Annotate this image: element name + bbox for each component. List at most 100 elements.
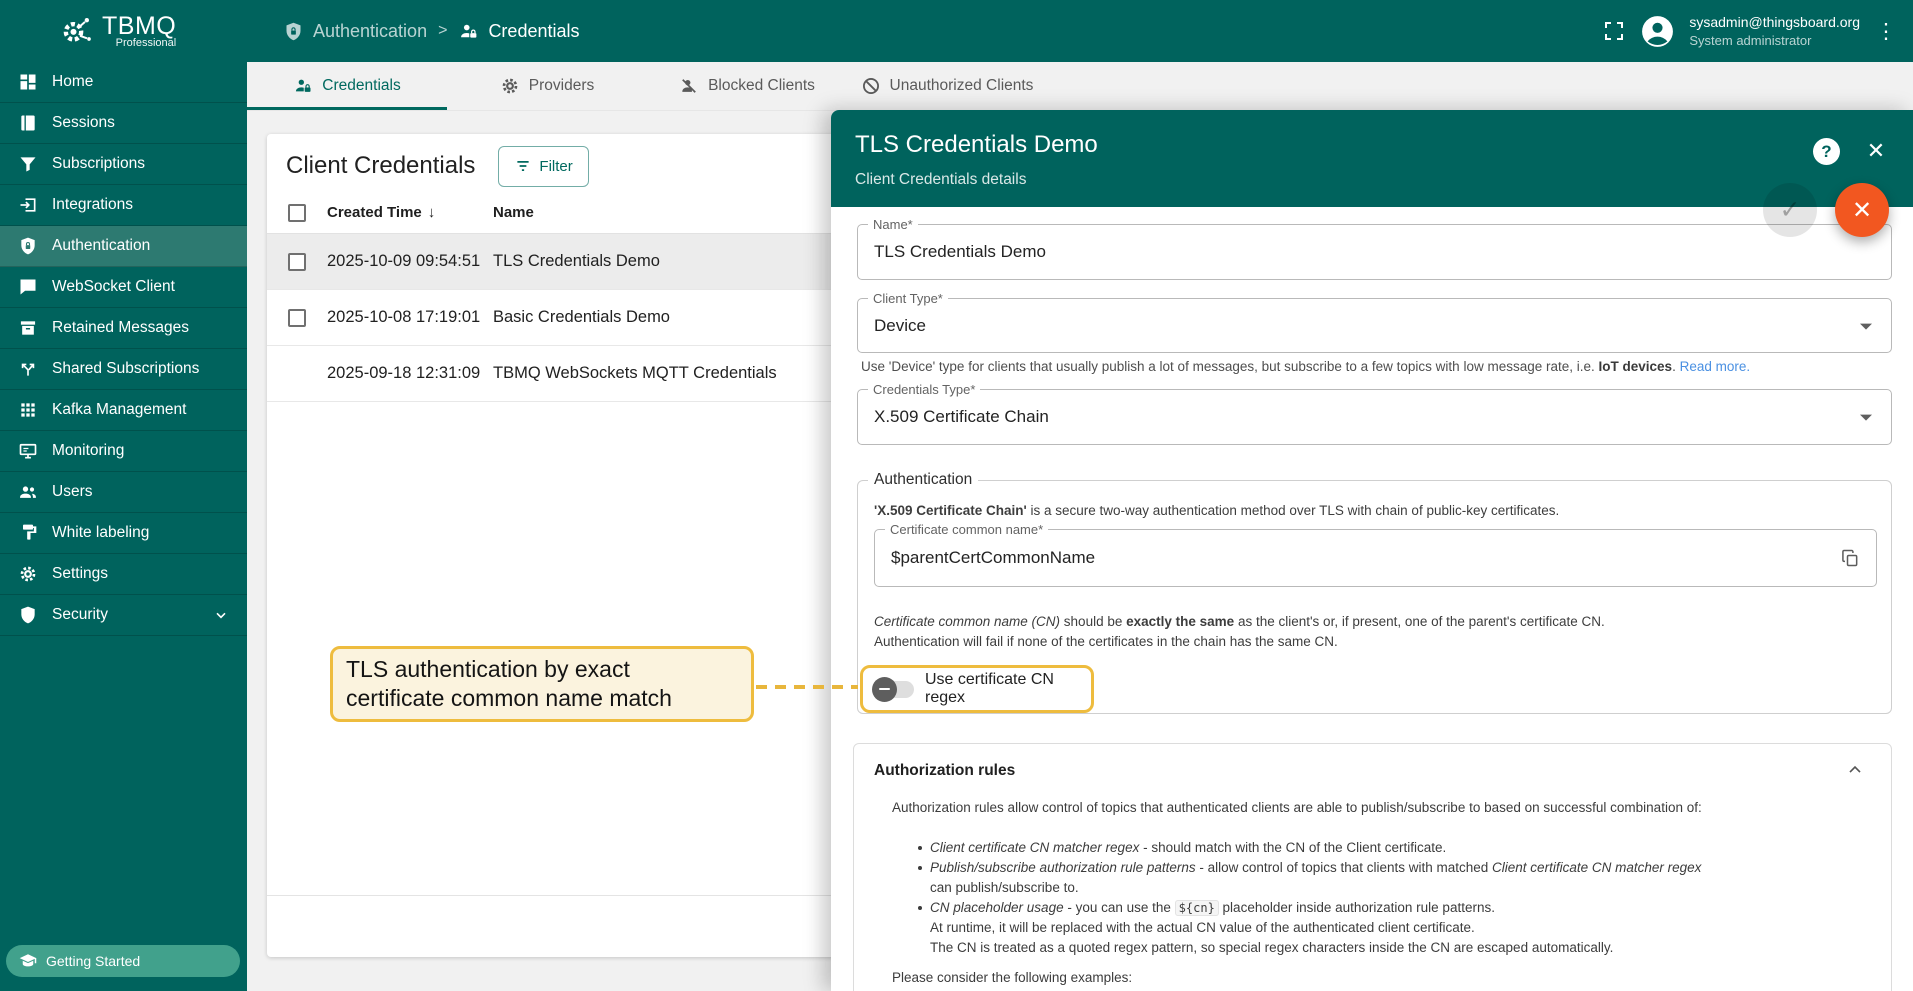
bullet-dot: [918, 906, 922, 910]
authentication-description: 'X.509 Certificate Chain' is a secure tw…: [874, 503, 1560, 518]
certificate-common-name-input[interactable]: [891, 530, 1822, 586]
cancel-changes-fab[interactable]: ✕: [1835, 183, 1889, 237]
column-created-time[interactable]: Created Time: [327, 204, 422, 221]
logo-title: TBMQ: [102, 12, 177, 40]
cn-placeholder-code: ${cn}: [1174, 900, 1219, 916]
credentials-type-value: X.509 Certificate Chain: [874, 407, 1049, 426]
sessions-book-icon: [18, 113, 38, 133]
toggle-thumb-icon: [872, 676, 897, 702]
person-off-icon: [679, 76, 699, 96]
annotation-line2: certificate common name match: [346, 685, 672, 711]
sort-desc-icon[interactable]: ↓: [428, 204, 436, 221]
top-bar: TBMQ Professional Authentication > Crede…: [0, 0, 1913, 62]
apply-changes-fab[interactable]: ✓: [1763, 183, 1817, 237]
tab-credentials[interactable]: Credentials: [247, 62, 447, 110]
credentials-details-panel: TLS Credentials Demo Client Credentials …: [831, 110, 1913, 991]
grid-apps-icon: [18, 400, 38, 420]
breadcrumb-separator: >: [438, 22, 448, 39]
avatar[interactable]: [1639, 13, 1676, 50]
close-icon[interactable]: ✕: [1861, 136, 1891, 166]
chevron-down-icon: [1860, 323, 1872, 330]
sidebar-item-home[interactable]: Home: [0, 62, 247, 103]
authentication-fieldset: Authentication 'X.509 Certificate Chain'…: [857, 471, 1892, 714]
filter-list-icon: [514, 157, 532, 175]
annotation-callout: TLS authentication by exact certificate …: [330, 646, 754, 722]
sidebar-item-shared-subscriptions[interactable]: Shared Subscriptions: [0, 349, 247, 390]
annotation-line1: TLS authentication by exact: [346, 656, 630, 682]
breadcrumb: Authentication > Credentials: [283, 21, 579, 42]
chevron-up-icon[interactable]: [1845, 760, 1865, 780]
getting-started-button[interactable]: Getting Started: [6, 945, 240, 977]
select-all-checkbox[interactable]: [288, 203, 306, 222]
chat-bubble-icon: [18, 277, 38, 297]
authorization-bullet-2: Publish/subscribe authorization rule pat…: [930, 860, 1702, 875]
row-checkbox[interactable]: [288, 308, 306, 327]
bullet-dot: [918, 866, 922, 870]
row-checkbox[interactable]: [288, 252, 306, 271]
dashboard-icon: [18, 72, 38, 92]
funnel-icon: [18, 154, 38, 174]
gear-icon: [18, 564, 38, 584]
authorization-rules-panel: Authorization rules Authorization rules …: [853, 743, 1892, 991]
school-icon: [19, 952, 37, 970]
authorization-rules-title: Authorization rules: [874, 762, 1016, 779]
monitor-icon: [18, 441, 38, 461]
panel-title: TLS Credentials Demo: [855, 131, 1098, 158]
block-icon: [861, 76, 881, 96]
sidebar-item-authentication[interactable]: Authentication: [0, 226, 247, 267]
input-icon: [18, 195, 38, 215]
logo-subtitle: Professional: [115, 37, 177, 49]
bullet-dot: [918, 846, 922, 850]
client-type-label: Client Type*: [868, 291, 948, 306]
user-role: System administrator: [1689, 32, 1812, 48]
fullscreen-icon[interactable]: [1602, 19, 1626, 43]
credentials-type-select[interactable]: Credentials Type* X.509 Certificate Chai…: [857, 382, 1892, 445]
chevron-down-icon[interactable]: [213, 607, 229, 623]
chevron-down-icon: [1860, 414, 1872, 421]
sidebar-item-kafka-management[interactable]: Kafka Management: [0, 390, 247, 431]
copy-icon[interactable]: [1840, 548, 1860, 568]
breadcrumb-credentials[interactable]: Credentials: [458, 21, 579, 42]
authorization-examples-intro: Please consider the following examples:: [892, 970, 1133, 985]
sidebar-item-websocket-client[interactable]: WebSocket Client: [0, 267, 247, 308]
sidebar-item-users[interactable]: Users: [0, 472, 247, 513]
tbmq-logo[interactable]: TBMQ Professional: [0, 11, 247, 51]
shield-icon: [18, 605, 38, 625]
name-field[interactable]: Name*: [857, 217, 1892, 280]
sidebar-item-monitoring[interactable]: Monitoring: [0, 431, 247, 472]
authentication-legend: Authentication: [868, 471, 979, 489]
filter-button[interactable]: Filter: [498, 145, 589, 187]
sidebar-item-security[interactable]: Security: [0, 595, 247, 636]
client-type-select[interactable]: Client Type* Device: [857, 291, 1892, 353]
sidebar-item-subscriptions[interactable]: Subscriptions: [0, 144, 247, 185]
sidebar-item-settings[interactable]: Settings: [0, 554, 247, 595]
certificate-common-name-field[interactable]: Certificate common name*: [874, 522, 1877, 587]
read-more-link[interactable]: Read more.: [1680, 359, 1751, 374]
sidebar-item-integrations[interactable]: Integrations: [0, 185, 247, 226]
annotation-connector-line: [756, 685, 858, 689]
authorization-intro: Authorization rules allow control of top…: [892, 800, 1702, 815]
client-type-value: Device: [874, 315, 926, 335]
sidebar-item-white-labeling[interactable]: White labeling: [0, 513, 247, 554]
authorization-bullet-3-line2: At runtime, it will be replaced with the…: [930, 920, 1475, 935]
tab-providers[interactable]: Providers: [447, 62, 647, 110]
cn-note: Certificate common name (CN) should be e…: [874, 614, 1605, 649]
tab-bar: Credentials Providers Blocked Clients Un…: [247, 62, 1913, 111]
authorization-bullet-3-line3: The CN is treated as a quoted regex patt…: [930, 940, 1614, 955]
more-vert-icon[interactable]: ⋮: [1873, 15, 1899, 47]
name-input[interactable]: [874, 225, 1837, 279]
panel-header: TLS Credentials Demo Client Credentials …: [831, 110, 1913, 207]
sidebar-item-retained-messages[interactable]: Retained Messages: [0, 308, 247, 349]
shield-lock-icon: [283, 21, 304, 42]
user-info: sysadmin@thingsboard.org System administ…: [1689, 13, 1860, 49]
tbmq-app: TBMQ Professional Authentication > Crede…: [0, 0, 1913, 991]
cell-created-time: 2025-10-09 09:54:51: [327, 252, 481, 270]
credentials-type-label: Credentials Type*: [868, 382, 981, 397]
help-icon[interactable]: ?: [1813, 138, 1840, 165]
tab-unauthorized-clients[interactable]: Unauthorized Clients: [847, 62, 1047, 110]
sidebar-item-sessions[interactable]: Sessions: [0, 103, 247, 144]
person-lock-icon: [293, 76, 313, 96]
breadcrumb-authentication[interactable]: Authentication: [283, 21, 427, 42]
cn-regex-toggle[interactable]: [872, 676, 914, 702]
tab-blocked-clients[interactable]: Blocked Clients: [647, 62, 847, 110]
